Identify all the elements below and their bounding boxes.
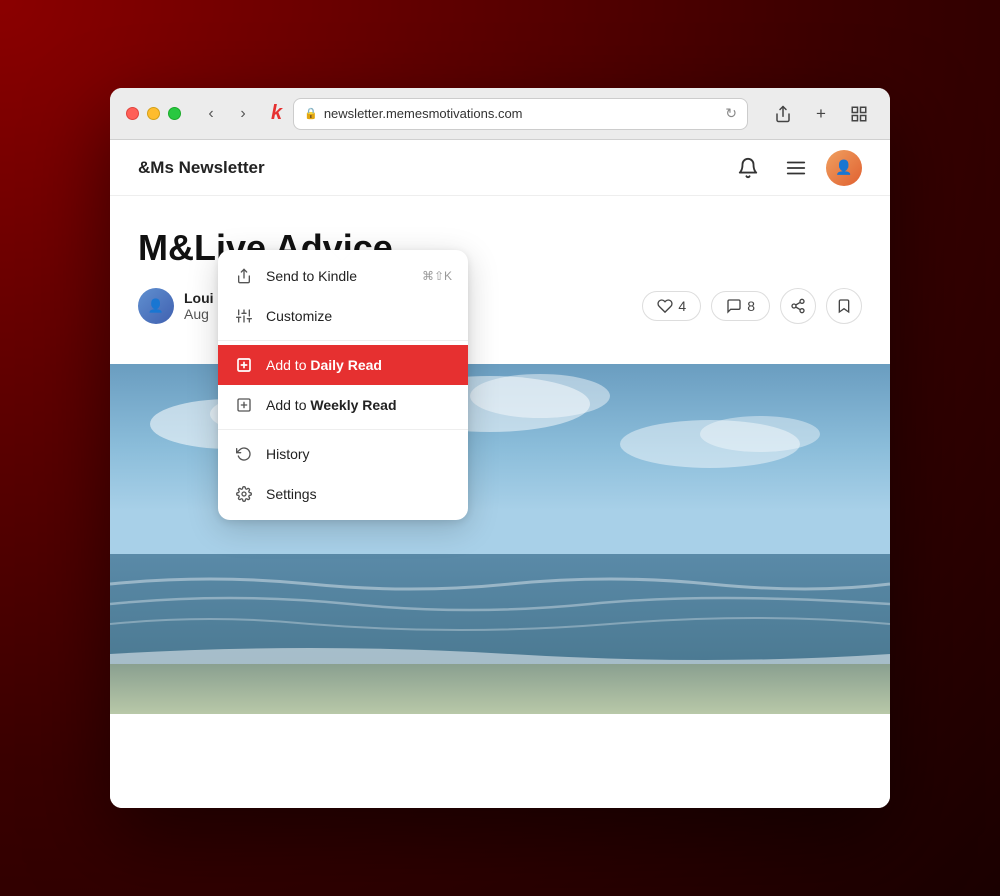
bookmark-button[interactable] (826, 288, 862, 324)
article-actions: 4 8 (642, 288, 862, 324)
author-name: Loui (184, 290, 214, 306)
forward-button[interactable]: › (229, 100, 257, 128)
user-avatar[interactable]: 👤 (826, 150, 862, 186)
like-button[interactable]: 4 (642, 291, 701, 321)
traffic-lights (126, 107, 181, 120)
menu-item-settings[interactable]: Settings (218, 474, 468, 514)
refresh-button[interactable]: ↻ (725, 105, 737, 122)
bell-button[interactable] (730, 150, 766, 186)
menu-divider-1 (218, 340, 468, 341)
content-area: &Ms Newsletter 👤 (110, 140, 890, 808)
customize-label: Customize (266, 308, 452, 324)
author-info: Loui Aug (184, 290, 214, 322)
browser-window: ‹ › k 🔒 newsletter.memesmotivations.com … (110, 88, 890, 808)
upload-icon (234, 266, 254, 286)
minimize-button[interactable] (147, 107, 160, 120)
like-count: 4 (678, 298, 686, 314)
grid-button[interactable] (844, 99, 874, 129)
add-daily-read-label: Add to Daily Read (266, 357, 452, 373)
url-text: newsletter.memesmotivations.com (324, 106, 719, 121)
send-to-kindle-label: Send to Kindle (266, 268, 410, 284)
share-button[interactable] (768, 99, 798, 129)
gear-icon (234, 484, 254, 504)
maximize-button[interactable] (168, 107, 181, 120)
toolbar-actions: + (768, 99, 874, 129)
comment-button[interactable]: 8 (711, 291, 770, 321)
nav-buttons: ‹ › (197, 100, 257, 128)
sliders-icon (234, 306, 254, 326)
menu-divider-2 (218, 429, 468, 430)
send-to-kindle-shortcut: ⌘⇧K (422, 269, 452, 283)
back-button[interactable]: ‹ (197, 100, 225, 128)
settings-label: Settings (266, 486, 452, 502)
page-nav-title: &Ms Newsletter (138, 158, 265, 178)
new-tab-button[interactable]: + (806, 99, 836, 129)
address-bar[interactable]: 🔒 newsletter.memesmotivations.com ↻ (293, 98, 748, 130)
menu-item-send-to-kindle[interactable]: Send to Kindle ⌘⇧K (218, 256, 468, 296)
history-icon (234, 444, 254, 464)
close-button[interactable] (126, 107, 139, 120)
menu-item-history[interactable]: History (218, 434, 468, 474)
author-avatar: 👤 (138, 288, 174, 324)
browser-logo: k (271, 102, 281, 125)
plus-square-outline-icon (234, 395, 254, 415)
menu-item-add-weekly-read[interactable]: Add to Weekly Read (218, 385, 468, 425)
history-label: History (266, 446, 452, 462)
menu-item-customize[interactable]: Customize (218, 296, 468, 336)
dropdown-menu: Send to Kindle ⌘⇧K Customize (218, 250, 468, 520)
menu-item-add-daily-read[interactable]: Add to Daily Read (218, 345, 468, 385)
author-date: Aug (184, 306, 214, 322)
page-nav: &Ms Newsletter 👤 (110, 140, 890, 196)
plus-square-icon (234, 355, 254, 375)
add-weekly-read-label: Add to Weekly Read (266, 397, 452, 413)
page-nav-actions: 👤 (730, 150, 862, 186)
menu-button[interactable] (778, 150, 814, 186)
comment-count: 8 (747, 298, 755, 314)
title-bar: ‹ › k 🔒 newsletter.memesmotivations.com … (110, 88, 890, 140)
share-article-button[interactable] (780, 288, 816, 324)
lock-icon: 🔒 (304, 107, 318, 120)
